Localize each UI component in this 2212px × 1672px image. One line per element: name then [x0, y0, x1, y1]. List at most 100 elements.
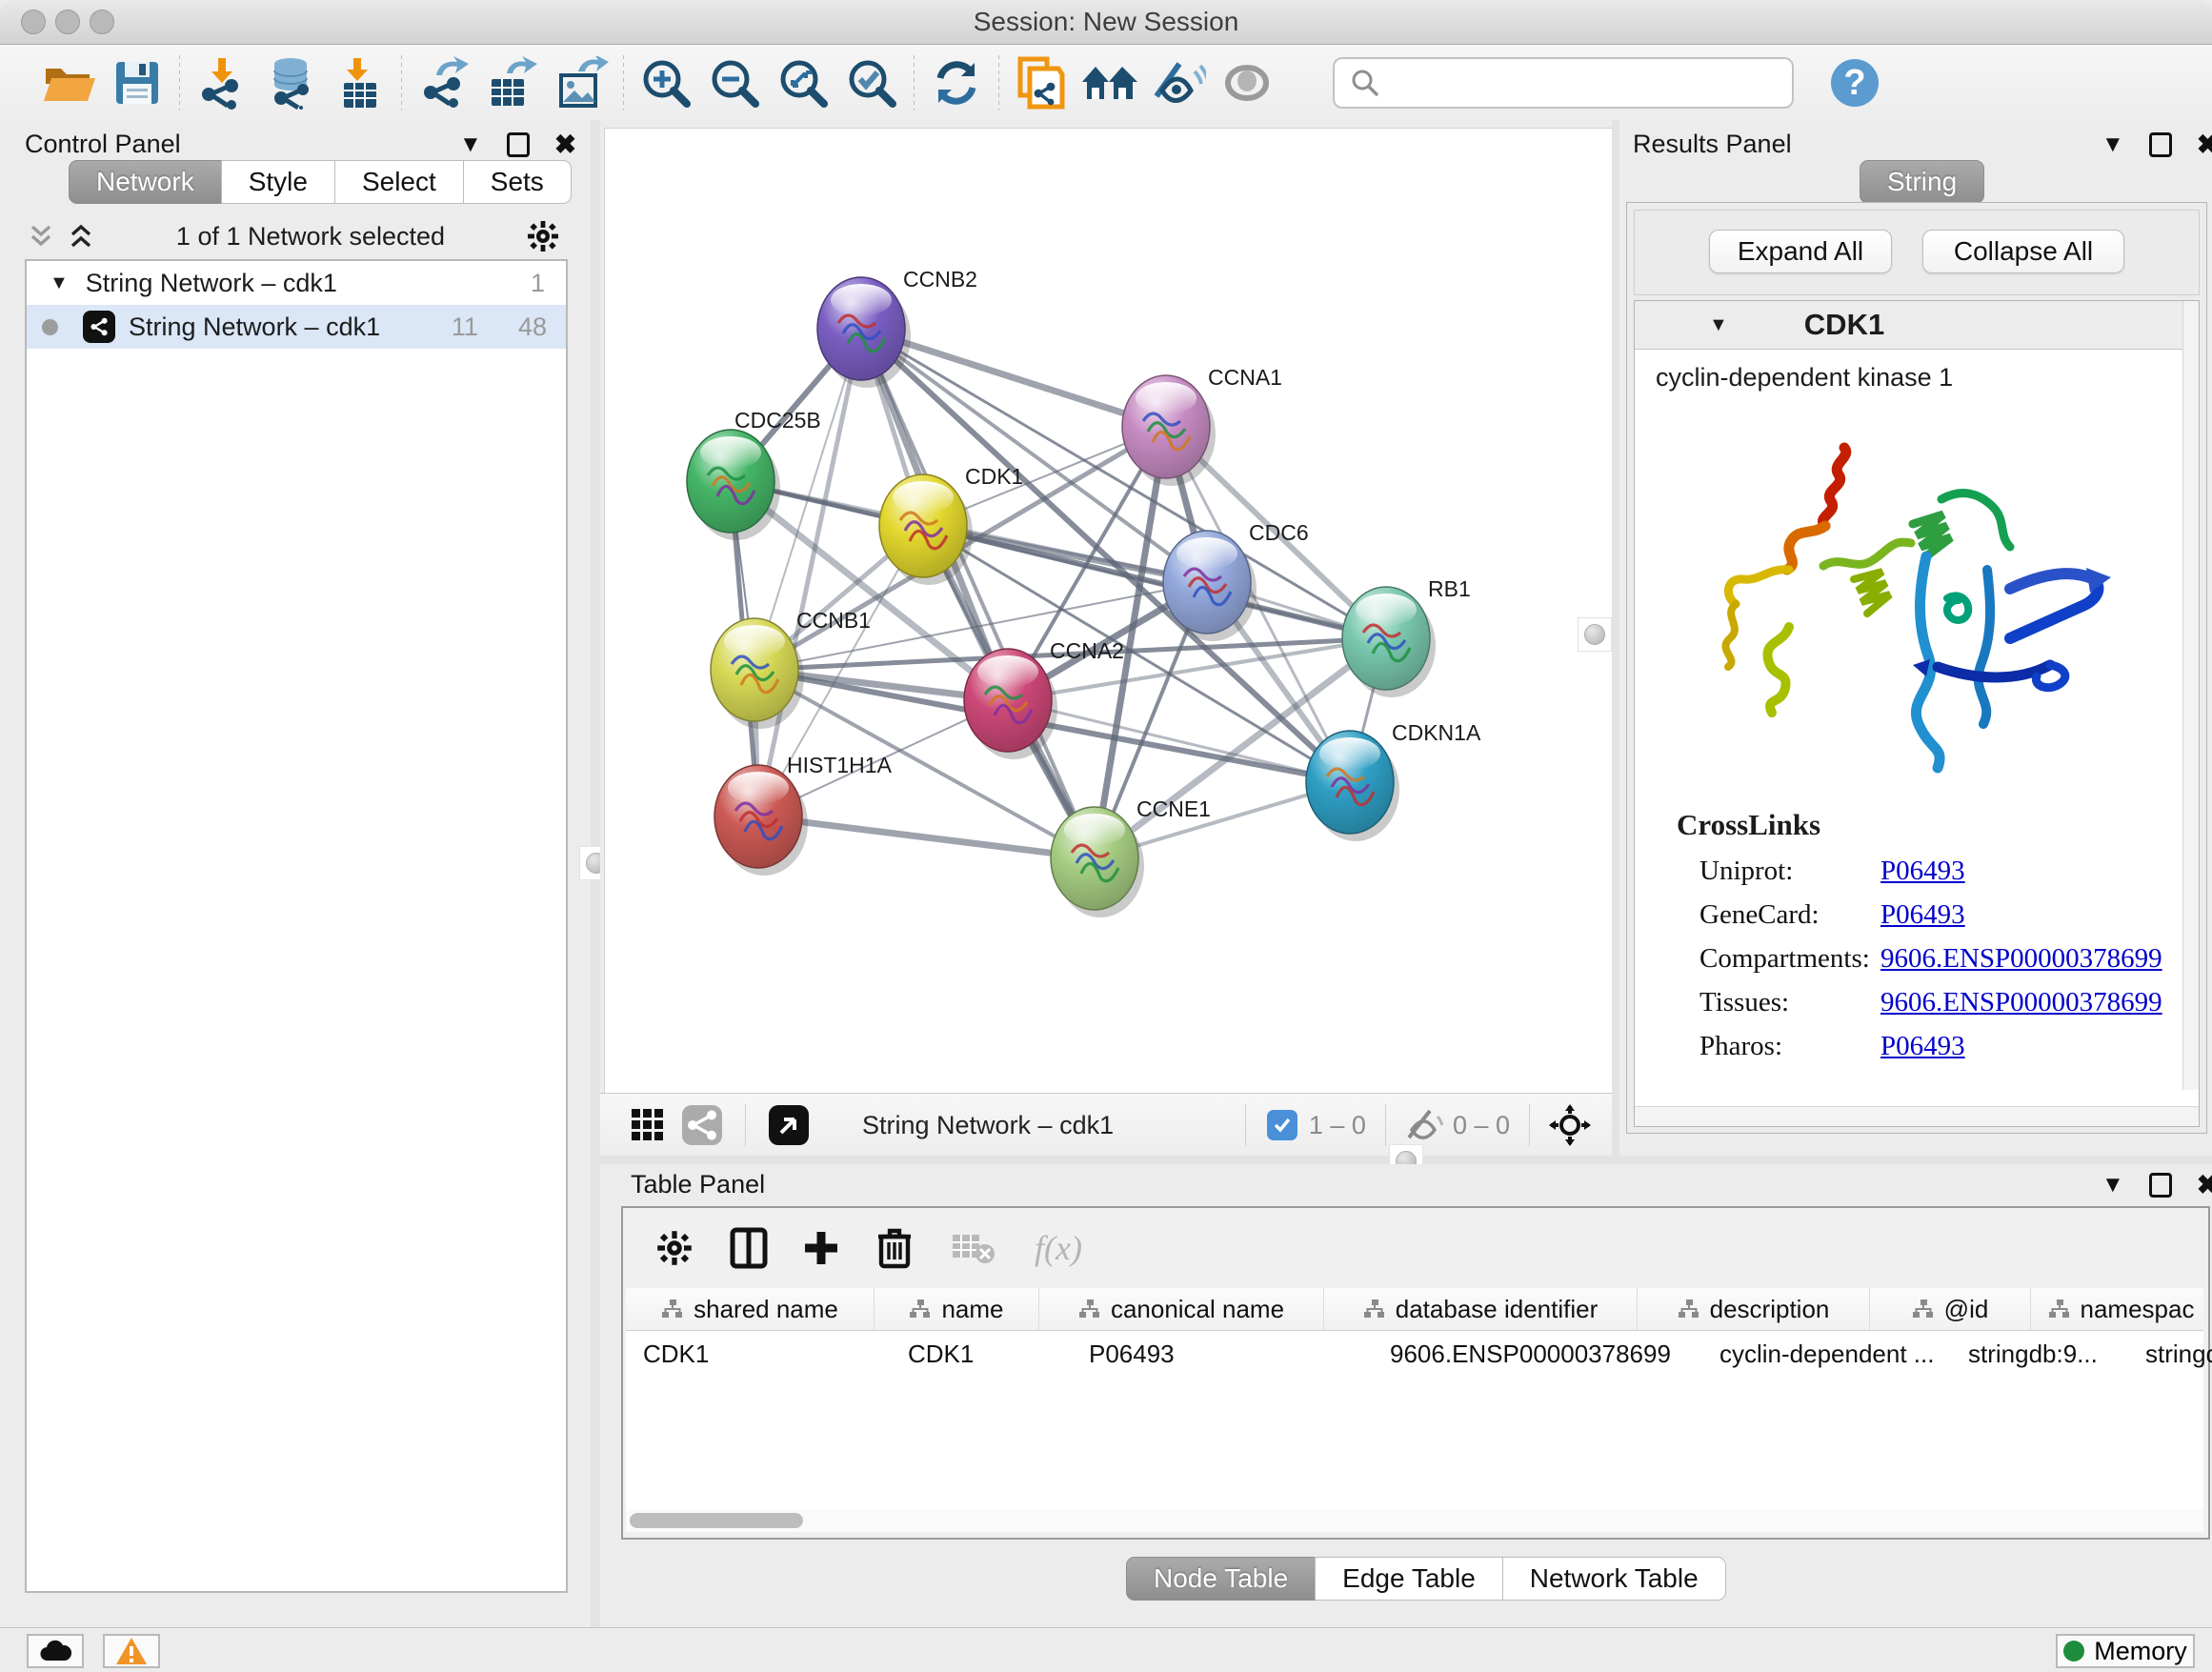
open-in-new-window-button[interactable] [769, 1105, 809, 1145]
tab-string[interactable]: String [1860, 160, 1984, 204]
tab-sets[interactable]: Sets [463, 160, 572, 204]
collapse-all-icon[interactable] [27, 222, 55, 251]
hide-graphics-details-button[interactable] [1144, 52, 1213, 113]
network-node-rb1[interactable]: RB1 [1342, 576, 1471, 697]
panel-collapse-icon[interactable]: ▼ [459, 133, 482, 156]
zoom-window-button[interactable] [90, 10, 114, 34]
function-builder-button[interactable]: f(x) [1035, 1228, 1082, 1268]
network-options-gear-icon[interactable] [526, 219, 560, 253]
network-node-ccnb2[interactable]: CCNB2 [817, 267, 977, 388]
tab-network-table[interactable]: Network Table [1502, 1557, 1726, 1601]
tab-edge-table[interactable]: Edge Table [1315, 1557, 1503, 1601]
network-edge[interactable] [861, 329, 1095, 858]
table-cell[interactable]: 9606.ENSP00000378699 [1373, 1340, 1702, 1369]
right-splitter[interactable] [1612, 120, 1619, 1156]
panel-close-icon[interactable]: ✖ [554, 131, 576, 158]
right-splitter-knob[interactable] [1578, 617, 1612, 652]
expand-all-icon[interactable] [67, 222, 95, 251]
entry-collapse-icon[interactable]: ▼ [1709, 314, 1728, 336]
help-button[interactable]: ? [1820, 52, 1889, 113]
import-network-button[interactable] [188, 52, 256, 113]
tab-style[interactable]: Style [221, 160, 335, 204]
network-node-ccna1[interactable]: CCNA1 [1122, 365, 1282, 486]
selected-checkbox[interactable] [1267, 1110, 1297, 1140]
table-horizontal-scrollbar[interactable] [626, 1509, 2203, 1532]
export-image-button[interactable] [547, 52, 615, 113]
table-cell[interactable]: cyclin-dependent ... [1702, 1340, 1951, 1369]
network-node-ccnb1[interactable]: CCNB1 [711, 608, 871, 729]
zoom-out-button[interactable] [700, 52, 769, 113]
fit-content-button[interactable] [1549, 1104, 1591, 1146]
network-node-hist1h1a[interactable]: HIST1H1A [714, 753, 893, 876]
scrollbar-thumb[interactable] [630, 1513, 803, 1528]
column-header-name[interactable]: name [874, 1288, 1038, 1330]
column-header--id[interactable]: @id [1869, 1288, 2030, 1330]
crosslink-link[interactable]: P06493 [1880, 1031, 1965, 1062]
export-network-button[interactable] [410, 52, 478, 113]
crosslink-link[interactable]: 9606.ENSP00000378699 [1880, 943, 2162, 975]
network-node-ccne1[interactable]: CCNE1 [1051, 796, 1211, 917]
panel-close-icon[interactable]: ✖ [2197, 1172, 2212, 1199]
panel-close-icon[interactable]: ✖ [2197, 131, 2212, 158]
string-view-button[interactable] [682, 1105, 722, 1145]
network-edge[interactable] [758, 816, 1095, 858]
network-collection-row[interactable]: ▼ String Network – cdk1 1 [27, 261, 566, 305]
cloud-status-button[interactable] [27, 1634, 84, 1668]
close-window-button[interactable] [21, 10, 46, 34]
table-row[interactable]: CDK1CDK1P064939606.ENSP00000378699cyclin… [626, 1331, 2203, 1377]
entry-horizontal-scrollbar[interactable] [1635, 1106, 2199, 1126]
crosslink-link[interactable]: P06493 [1880, 899, 1965, 931]
table-options-button[interactable] [655, 1229, 694, 1267]
panel-float-icon[interactable] [507, 132, 530, 157]
zoom-in-icon [639, 56, 693, 110]
clone-network-button[interactable] [1007, 52, 1076, 113]
column-header-shared-name[interactable]: shared name [626, 1288, 874, 1330]
panel-collapse-icon[interactable]: ▼ [2101, 133, 2124, 156]
welcome-screen-button[interactable] [1076, 52, 1144, 113]
tab-select[interactable]: Select [334, 160, 464, 204]
zoom-in-button[interactable] [632, 52, 700, 113]
panel-float-icon[interactable] [2149, 1173, 2172, 1198]
column-header-database-identifier[interactable]: database identifier [1323, 1288, 1637, 1330]
table-cell[interactable]: CDK1 [891, 1340, 1072, 1369]
delete-column-button[interactable] [876, 1227, 913, 1269]
delete-table-button[interactable] [951, 1231, 995, 1265]
column-header-canonical-name[interactable]: canonical name [1038, 1288, 1323, 1330]
network-row-selected[interactable]: String Network – cdk1 11 48 [27, 305, 566, 349]
entry-vertical-scrollbar[interactable] [2182, 301, 2199, 1090]
minimize-window-button[interactable] [55, 10, 80, 34]
network-node-cdkn1a[interactable]: CDKN1A [1306, 720, 1481, 841]
open-session-button[interactable] [34, 52, 103, 113]
search-input[interactable] [1390, 67, 1792, 98]
import-network-from-database-button[interactable] [256, 52, 325, 113]
table-cell[interactable]: CDK1 [626, 1340, 891, 1369]
table-cell[interactable]: P06493 [1072, 1340, 1373, 1369]
refresh-button[interactable] [922, 52, 991, 113]
column-header-namespac[interactable]: namespac [2030, 1288, 2211, 1330]
show-graphics-details-button[interactable] [1213, 52, 1281, 113]
panel-float-icon[interactable] [2149, 132, 2172, 157]
collapse-all-button[interactable]: Collapse All [1922, 230, 2124, 273]
table-cell[interactable]: stringdb:9... [1951, 1340, 2128, 1369]
crosslink-link[interactable]: P06493 [1880, 856, 1965, 887]
panel-collapse-icon[interactable]: ▼ [2101, 1174, 2124, 1197]
crosslink-link[interactable]: 9606.ENSP00000378699 [1880, 987, 2162, 1018]
memory-button[interactable]: Memory [2056, 1634, 2195, 1668]
zoom-selected-button[interactable] [837, 52, 906, 113]
column-header-description[interactable]: description [1637, 1288, 1869, 1330]
import-table-button[interactable] [325, 52, 393, 113]
show-column-button[interactable] [730, 1227, 768, 1269]
network-canvas[interactable]: CCNB2CCNA1CDC25BCDK1CDC6RB1CCNB1CCNA2CDK… [604, 128, 1614, 1095]
warning-status-button[interactable] [103, 1634, 160, 1668]
table-cell[interactable]: stringdb [2128, 1340, 2212, 1369]
tab-network[interactable]: Network [69, 160, 222, 204]
expand-all-button[interactable]: Expand All [1709, 230, 1892, 273]
tab-node-table[interactable]: Node Table [1126, 1557, 1316, 1601]
birds-eye-view-button[interactable] [631, 1108, 665, 1142]
export-table-button[interactable] [478, 52, 547, 113]
zoom-fit-button[interactable] [769, 52, 837, 113]
create-column-button[interactable] [802, 1229, 840, 1267]
tree-expand-icon[interactable]: ▼ [50, 272, 69, 294]
cdk1-entry-header[interactable]: ▼ CDK1 [1635, 301, 2199, 350]
save-session-button[interactable] [103, 52, 171, 113]
